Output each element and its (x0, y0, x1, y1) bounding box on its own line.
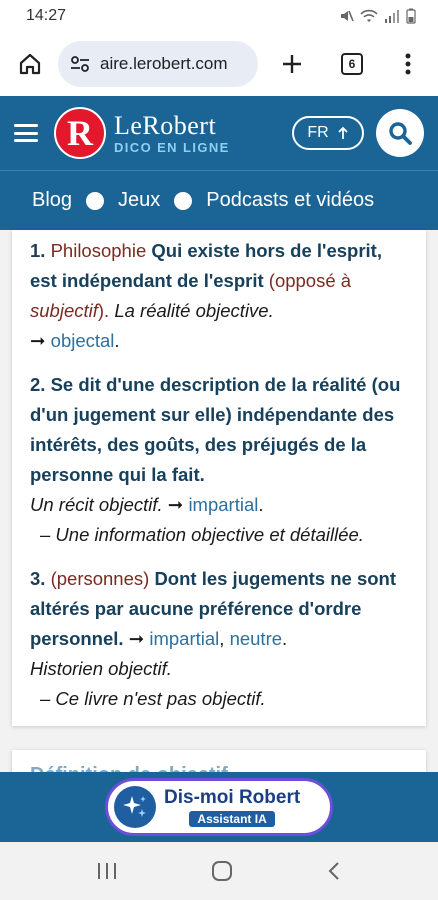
status-time: 14:27 (26, 7, 67, 24)
arrow-up-icon (338, 126, 348, 139)
definition-text: Se dit d'une description de la réalité (… (30, 374, 401, 485)
logo-tagline: DICO EN LIGNE (114, 139, 230, 155)
assistant-subtitle: Assistant IA (189, 811, 275, 827)
menu-button[interactable] (388, 44, 428, 84)
site-header: R LeRobert DICO EN LIGNE FR (0, 96, 438, 170)
arrow-icon: ➞ (167, 494, 184, 515)
battery-icon (406, 8, 416, 24)
example-text: Un récit objectif. (30, 494, 163, 515)
address-bar[interactable]: aire.lerobert.com (58, 41, 258, 87)
site-settings-icon (71, 56, 89, 72)
link-impartial[interactable]: impartial (149, 628, 219, 649)
example-text: Historien objectif. (30, 658, 172, 679)
back-icon[interactable] (326, 860, 342, 882)
android-nav-bar (0, 842, 438, 900)
language-label: FR (307, 124, 329, 141)
example-text: – Une information objective et détaillée… (40, 524, 364, 545)
new-tab-button[interactable] (272, 44, 312, 84)
arrow-icon: ➞ (30, 330, 46, 351)
search-icon (389, 122, 412, 145)
link-objectal[interactable]: objectal (51, 330, 115, 351)
nav-separator (86, 191, 105, 210)
language-button[interactable]: FR (292, 116, 364, 150)
nav-separator (174, 191, 193, 210)
mute-icon (341, 10, 354, 22)
recent-apps-icon[interactable] (96, 861, 118, 881)
assistant-bar: Dis-moi Robert Assistant IA (0, 772, 438, 842)
definition-card: 1. Philosophie Qui existe hors de l'espr… (12, 230, 426, 726)
home-nav-icon[interactable] (210, 859, 234, 883)
domain-label: Philosophie (50, 240, 147, 261)
link-neutre[interactable]: neutre (230, 628, 282, 649)
hamburger-menu-icon[interactable] (14, 124, 38, 142)
search-button[interactable] (376, 109, 424, 157)
site-logo[interactable]: R LeRobert DICO EN LIGNE (54, 107, 230, 159)
example-text: La réalité objective. (114, 300, 274, 321)
signal-icon (385, 10, 399, 23)
example-text: – Ce livre n'est pas objectif. (40, 688, 266, 709)
status-bar: 14:27 (0, 0, 438, 32)
browser-toolbar: aire.lerobert.com 6 (0, 32, 438, 96)
more-vert-icon (405, 53, 411, 75)
definition-2: 2. Se dit d'une description de la réalit… (30, 374, 401, 545)
domain-label: (personnes) (50, 568, 150, 589)
logo-name: LeRobert (114, 110, 217, 140)
sparkle-icon (114, 786, 156, 828)
tab-count: 6 (341, 53, 363, 75)
home-icon (19, 53, 41, 75)
home-button[interactable] (10, 44, 50, 84)
logo-emblem: R (54, 107, 106, 159)
nav-jeux[interactable]: Jeux (118, 189, 160, 212)
definition-3: 3. (personnes) Dont les jugements ne son… (30, 568, 396, 709)
arrow-icon: ➞ (128, 628, 145, 649)
nav-podcasts[interactable]: Podcasts et vidéos (206, 189, 374, 212)
plus-icon (283, 55, 301, 73)
tabs-button[interactable]: 6 (332, 44, 372, 84)
wifi-icon (360, 9, 378, 22)
link-impartial[interactable]: impartial (188, 494, 258, 515)
assistant-title: Dis-moi Robert (164, 787, 301, 808)
section-nav: Blog Jeux Podcasts et vidéos (0, 170, 438, 230)
definition-1: 1. Philosophie Qui existe hors de l'espr… (30, 240, 382, 351)
assistant-button[interactable]: Dis-moi Robert Assistant IA (105, 778, 333, 836)
nav-blog[interactable]: Blog (32, 189, 72, 212)
status-icons (338, 8, 416, 24)
url-text: aire.lerobert.com (100, 54, 228, 73)
